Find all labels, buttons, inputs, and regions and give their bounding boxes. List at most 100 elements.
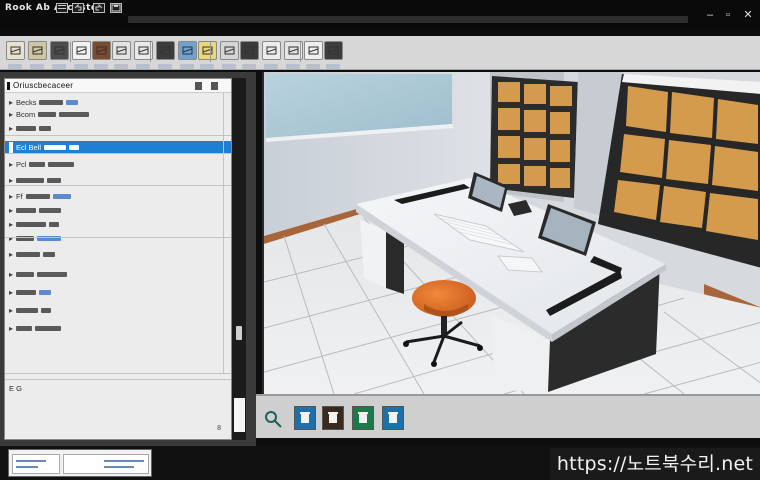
thumbnail-1[interactable] bbox=[12, 454, 60, 474]
expand-arrow-icon[interactable]: ▸ bbox=[9, 205, 13, 216]
toolbar-dropdown-strip[interactable] bbox=[306, 64, 320, 69]
tree-row[interactable]: ▸ Ff bbox=[9, 191, 71, 202]
tree-row-detail bbox=[16, 308, 39, 313]
calendar-icon[interactable] bbox=[112, 41, 131, 60]
tree-row[interactable]: ▸ bbox=[9, 249, 56, 260]
picture-icon[interactable] bbox=[28, 41, 47, 60]
3d-viewport[interactable] bbox=[262, 72, 760, 394]
panel-footer-row[interactable]: E G bbox=[9, 383, 22, 394]
toolbar-dropdown-strip[interactable] bbox=[74, 64, 88, 69]
expand-arrow-icon[interactable]: ▸ bbox=[9, 123, 13, 134]
tree-row-detail bbox=[38, 112, 57, 117]
tree-row[interactable]: ▸ bbox=[9, 305, 52, 316]
search-icon[interactable] bbox=[262, 408, 284, 430]
new-document-icon[interactable] bbox=[6, 41, 25, 60]
panel-scrollbar[interactable] bbox=[232, 78, 246, 440]
toolbar-dropdown-strip[interactable] bbox=[180, 64, 194, 69]
monitor-icon[interactable] bbox=[72, 41, 91, 60]
toolbar-dropdown-strip[interactable] bbox=[242, 64, 256, 69]
menu-icon[interactable] bbox=[56, 3, 68, 13]
blue-tool-icon[interactable] bbox=[382, 406, 404, 430]
expand-arrow-icon[interactable]: ▸ bbox=[9, 219, 13, 230]
expand-arrow-icon[interactable]: ▸ bbox=[9, 233, 13, 244]
close-icon[interactable]: ✕ bbox=[740, 8, 756, 22]
image-blue-icon[interactable] bbox=[178, 41, 197, 60]
thumbnail-2[interactable] bbox=[63, 454, 149, 474]
expand-arrow-icon[interactable]: ▸ bbox=[9, 141, 14, 153]
expand-arrow-icon[interactable]: ▸ bbox=[9, 287, 13, 298]
cube-icon[interactable] bbox=[262, 41, 281, 60]
scrollbar-thumb[interactable] bbox=[236, 326, 242, 340]
toolbar-dropdown-strip[interactable] bbox=[30, 64, 44, 69]
toolbar-dropdown-strip[interactable] bbox=[222, 64, 236, 69]
panel-divider bbox=[5, 135, 231, 136]
redo-icon[interactable] bbox=[93, 3, 105, 13]
tree-row[interactable]: ▸ bbox=[9, 123, 52, 134]
toolbar-dropdown-strip[interactable] bbox=[158, 64, 172, 69]
grid-icon[interactable] bbox=[156, 41, 175, 60]
panel-close-icon[interactable] bbox=[211, 82, 218, 90]
minimize-icon[interactable]: – bbox=[702, 8, 718, 22]
toolbar-dropdown-strip[interactable] bbox=[264, 64, 278, 69]
tree-row-detail bbox=[41, 308, 52, 313]
expand-arrow-icon[interactable]: ▸ bbox=[9, 305, 13, 316]
tree-row-detail bbox=[16, 290, 37, 295]
expand-arrow-icon[interactable]: ▸ bbox=[9, 269, 13, 280]
layout-icon[interactable] bbox=[304, 41, 323, 60]
photo-icon[interactable] bbox=[92, 41, 111, 60]
tree-row-detail bbox=[66, 100, 79, 105]
scrollbar-track-block bbox=[234, 398, 245, 432]
trash-icon[interactable] bbox=[294, 406, 316, 430]
tree-row-detail bbox=[16, 178, 45, 183]
tree-row[interactable]: ▸ bbox=[9, 269, 68, 280]
asset-tray bbox=[256, 394, 760, 438]
tree-row[interactable]: ▸ bbox=[9, 205, 62, 216]
toolbar-separator bbox=[210, 42, 211, 62]
pin-icon[interactable] bbox=[195, 82, 202, 90]
expand-arrow-icon[interactable]: ▸ bbox=[9, 323, 13, 334]
panel-column-divider bbox=[223, 93, 224, 373]
tree-row-detail bbox=[39, 208, 62, 213]
tree-row[interactable]: ▸ bbox=[9, 233, 62, 244]
landscape-icon[interactable] bbox=[220, 41, 239, 60]
folder-icon[interactable] bbox=[50, 41, 69, 60]
screen-icon[interactable] bbox=[240, 41, 259, 60]
tree-row-detail bbox=[43, 252, 56, 257]
tree-row[interactable]: ▸ bbox=[9, 323, 62, 334]
toolbar-dropdown-strip[interactable] bbox=[136, 64, 150, 69]
tree-row[interactable]: ▸ Becks bbox=[9, 97, 79, 108]
tree-row-detail bbox=[44, 144, 67, 150]
toolbar-dropdown-strip[interactable] bbox=[326, 64, 340, 69]
maximize-icon[interactable]: ▫ bbox=[720, 8, 736, 22]
tree-row-detail bbox=[69, 144, 80, 150]
tree-row[interactable]: ▸ Pcl bbox=[9, 159, 75, 170]
toolbar-dropdown-strip[interactable] bbox=[8, 64, 22, 69]
panel-divider bbox=[5, 373, 231, 374]
toolbar-dropdown-strip[interactable] bbox=[52, 64, 66, 69]
toolbar-dropdown-strip[interactable] bbox=[114, 64, 128, 69]
expand-arrow-icon[interactable]: ▸ bbox=[9, 109, 13, 120]
toolbar-dropdown-strip[interactable] bbox=[286, 64, 300, 69]
tree-row-detail bbox=[16, 326, 33, 331]
orange-tool-icon[interactable] bbox=[322, 406, 344, 430]
panel-grip-icon bbox=[7, 82, 10, 90]
tree-row-selected[interactable]: ▸ Ecl Bell bbox=[5, 141, 231, 153]
tree-row[interactable]: ▸ Bcom bbox=[9, 109, 90, 120]
tree-row[interactable]: ▸ bbox=[9, 287, 52, 298]
undo-icon[interactable] bbox=[72, 3, 84, 13]
toolbar-dropdown-strip[interactable] bbox=[94, 64, 108, 69]
thumbnail-strip[interactable] bbox=[8, 449, 152, 477]
sticky-note-icon[interactable] bbox=[198, 41, 217, 60]
tree-row-label: Becks bbox=[16, 98, 37, 107]
expand-arrow-icon[interactable]: ▸ bbox=[9, 249, 13, 260]
panel-divider bbox=[5, 237, 231, 238]
tree-row[interactable]: ▸ bbox=[9, 219, 60, 230]
expand-arrow-icon[interactable]: ▸ bbox=[9, 159, 13, 170]
render-icon[interactable] bbox=[324, 41, 343, 60]
expand-arrow-icon[interactable]: ▸ bbox=[9, 97, 13, 108]
green-tool-icon[interactable] bbox=[352, 406, 374, 430]
save-icon[interactable] bbox=[110, 3, 122, 13]
tree-row-detail bbox=[59, 112, 90, 117]
expand-arrow-icon[interactable]: ▸ bbox=[9, 191, 13, 202]
toolbar-dropdown-strip[interactable] bbox=[200, 64, 214, 69]
